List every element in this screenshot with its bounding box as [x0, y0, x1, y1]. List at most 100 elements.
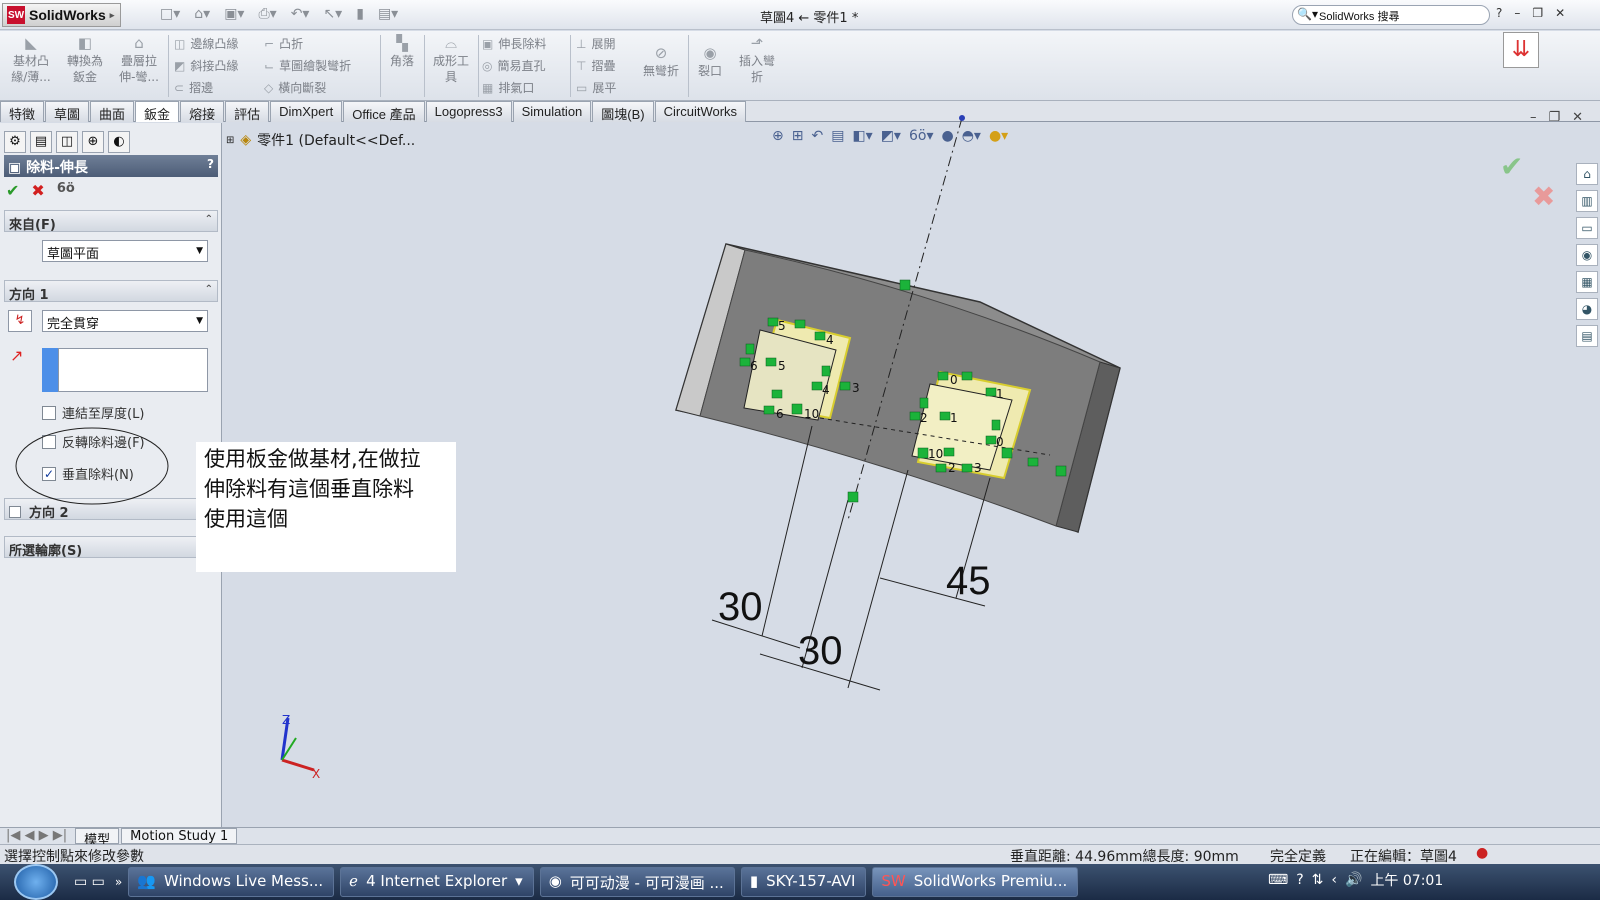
taskbar-item-folder[interactable]: ▮ SKY-157-AVI — [740, 867, 867, 897]
rip-button[interactable]: ◉ 裂口 — [690, 45, 730, 79]
convert-to-sheetmetal-button[interactable]: ◧ 轉換為 鈑金 — [60, 35, 110, 85]
tab-logopress3[interactable]: Logopress3 — [425, 101, 512, 122]
open-icon[interactable]: ⌂▾ — [194, 6, 210, 22]
unfold-button[interactable]: ⊥ 展開 — [576, 35, 615, 52]
flyout-feature-tree[interactable]: ⊞ ◈ 零件1 (Default<<Def... — [226, 130, 415, 150]
feature-tree-icon[interactable]: ⚙ — [4, 131, 26, 153]
keyboard-icon[interactable]: ⌨ — [1268, 872, 1288, 888]
tab-circuitworks[interactable]: CircuitWorks — [654, 101, 747, 122]
view-settings-icon[interactable]: ●▾ — [989, 128, 1008, 144]
selected-contours-header[interactable]: 所選輪廓(S) — [4, 536, 218, 559]
zoom-to-fit-icon[interactable]: ⊕ — [772, 128, 784, 144]
tray-expand-icon[interactable]: ‹ — [1331, 872, 1337, 888]
doc-restore-button[interactable]: ❐ — [1549, 110, 1561, 125]
tab-blocks[interactable]: 圖塊(B) — [592, 101, 654, 122]
zoom-to-area-icon[interactable]: ⊞ — [792, 128, 804, 144]
tab-evaluate[interactable]: 評估 — [225, 101, 270, 122]
normal-cut-checkbox[interactable]: ✓ 垂直除料(N) — [42, 464, 134, 483]
custom-properties-icon[interactable]: ▤ — [1576, 325, 1598, 347]
view-orientation-icon[interactable]: ◧▾ — [852, 128, 872, 144]
ok-icon[interactable]: ✔ — [6, 181, 19, 200]
direction1-group-header[interactable]: 方向 1 ⌃ — [4, 280, 218, 303]
corners-button[interactable]: ▚ 角落 — [382, 35, 422, 69]
tab-dimxpert[interactable]: DimXpert — [270, 101, 343, 122]
configuration-manager-icon[interactable]: ◫ — [56, 131, 78, 153]
doc-minimize-button[interactable]: – — [1530, 110, 1537, 125]
search-input[interactable]: 🔍▾ SolidWorks 搜尋 — [1292, 5, 1490, 25]
expand-commandmanager-icon[interactable]: ⇊ — [1503, 32, 1539, 68]
show-desktop-icon[interactable]: ▭ ▭ — [74, 874, 105, 890]
network-icon[interactable]: ⇅ — [1312, 872, 1324, 888]
miter-flange-button[interactable]: ◩ 斜接凸緣 — [174, 57, 238, 74]
help-button[interactable]: ? — [1496, 6, 1502, 20]
file-explorer-icon[interactable]: ▭ — [1576, 217, 1598, 239]
design-library-icon[interactable]: ▥ — [1576, 190, 1598, 212]
rebuild-indicator-icon[interactable]: ● — [1476, 845, 1488, 861]
tab-surfaces[interactable]: 曲面 — [90, 101, 135, 122]
display-style-icon[interactable]: ◩▾ — [881, 128, 901, 144]
tab-scroll-arrows-icon[interactable]: |◀ ◀ ▶ ▶| — [0, 828, 73, 844]
forming-tool-button[interactable]: ⌓ 成形工具 — [426, 35, 476, 85]
tab-simulation[interactable]: Simulation — [512, 101, 592, 122]
insert-bends-button[interactable]: ⬏ 插入彎折 — [732, 35, 782, 85]
options-icon[interactable]: ▤▾ — [378, 6, 398, 22]
hide-show-icon[interactable]: 6ö▾ — [909, 128, 934, 144]
search-results-icon[interactable]: ◉ — [1576, 244, 1598, 266]
apply-scene-icon[interactable]: ◓▾ — [962, 128, 981, 144]
no-bends-button[interactable]: ⊘ 無彎折 — [636, 45, 686, 79]
tab-office-products[interactable]: Office 產品 — [343, 101, 425, 122]
minimize-button[interactable]: – — [1514, 6, 1520, 20]
quicklaunch-overflow-icon[interactable]: » — [115, 875, 122, 889]
cancel-icon[interactable]: ✖ — [31, 181, 44, 200]
dimxpert-manager-icon[interactable]: ⊕ — [82, 131, 104, 153]
end-condition-select[interactable]: 完全貫穿 ▼ — [42, 310, 208, 332]
extruded-cut-button[interactable]: ▣ 伸長除料 — [482, 35, 546, 52]
volume-icon[interactable]: 🔊 — [1345, 872, 1362, 888]
taskbar-item-messenger[interactable]: 👥 Windows Live Mess... — [128, 867, 335, 897]
view-palette-icon[interactable]: ▦ — [1576, 271, 1598, 293]
start-button[interactable] — [14, 864, 58, 900]
rebuild-icon[interactable]: ▮ — [356, 6, 364, 22]
reverse-direction-icon[interactable]: ↯ — [8, 310, 32, 332]
new-icon[interactable]: □▾ — [160, 6, 180, 22]
select-icon[interactable]: ↖▾ — [323, 6, 342, 22]
edit-appearance-icon[interactable]: ● — [941, 128, 953, 144]
flatten-button[interactable]: ▭ 展平 — [576, 79, 616, 96]
confirm-corner-ok-icon[interactable]: ✔ — [1500, 150, 1523, 183]
restore-button[interactable]: ❐ — [1532, 6, 1543, 20]
from-select[interactable]: 草圖平面 ▼ — [42, 240, 208, 262]
tab-sketch[interactable]: 草圖 — [45, 101, 90, 122]
pm-help-button[interactable]: ? — [207, 157, 214, 171]
fold-button[interactable]: ⊤ 摺疊 — [576, 57, 615, 74]
solidworks-menu-button[interactable]: SW SolidWorks ▸ — [2, 3, 122, 27]
hem-button[interactable]: ⊂ 摺邊 — [174, 79, 213, 96]
section-view-icon[interactable]: ▤ — [831, 128, 844, 144]
appearances-icon[interactable]: ◕ — [1576, 298, 1598, 320]
simple-hole-button[interactable]: ◎ 簡易直孔 — [482, 57, 546, 74]
home-icon[interactable]: ⌂ — [1576, 163, 1598, 185]
from-group-header[interactable]: 來自(F) ⌃ — [4, 210, 218, 233]
previous-view-icon[interactable]: ↶ — [811, 128, 823, 144]
direction-selection-box[interactable] — [58, 348, 208, 392]
preview-icon[interactable]: 6ö — [57, 181, 75, 200]
tab-model[interactable]: 模型 — [75, 828, 120, 848]
jog-button[interactable]: ⌐ 凸折 — [264, 35, 303, 52]
tab-sheet-metal[interactable]: 鈑金 — [135, 101, 180, 122]
property-manager-icon[interactable]: ▤ — [30, 131, 52, 153]
lofted-bend-button[interactable]: ⌂ 疊層拉 伸-彎... — [114, 35, 164, 85]
edge-flange-button[interactable]: ◫ 邊線凸緣 — [174, 35, 238, 52]
link-to-thickness-checkbox[interactable]: 連結至厚度(L) — [42, 403, 144, 422]
clock[interactable]: 上午 07:01 — [1370, 870, 1443, 890]
tab-features[interactable]: 特徵 — [0, 101, 45, 122]
taskbar-item-solidworks[interactable]: SW SolidWorks Premiu... — [872, 867, 1079, 897]
sketched-bend-button[interactable]: ⌙ 草圖繪製彎折 — [264, 57, 351, 74]
cross-break-button[interactable]: ◇ 橫向斷裂 — [264, 79, 326, 96]
help-icon[interactable]: ? — [1296, 872, 1303, 888]
tab-weldments[interactable]: 熔接 — [180, 101, 225, 122]
display-manager-icon[interactable]: ◐ — [108, 131, 130, 153]
doc-close-button[interactable]: ✕ — [1572, 110, 1583, 125]
flip-side-to-cut-checkbox[interactable]: 反轉除料邊(F) — [42, 432, 145, 451]
tab-motion-study[interactable]: Motion Study 1 — [121, 828, 238, 844]
undo-icon[interactable]: ↶▾ — [291, 6, 310, 22]
save-icon[interactable]: ▣▾ — [224, 6, 244, 22]
